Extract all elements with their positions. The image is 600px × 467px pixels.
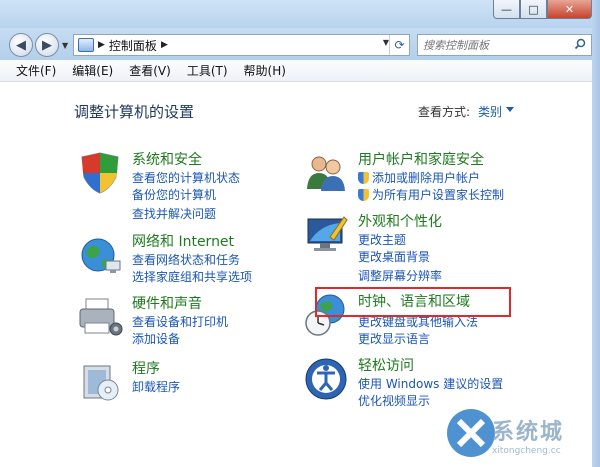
link-add-remove-users-label[interactable]: 添加或删除用户帐户 [372, 171, 480, 185]
page-title: 调整计算机的设置 [74, 103, 195, 121]
search-input[interactable] [423, 38, 573, 52]
network-globe-icon[interactable] [76, 231, 124, 279]
chevron-down-icon[interactable] [506, 107, 514, 112]
menu-help[interactable]: 帮助(H) [236, 62, 294, 79]
users-icon[interactable] [302, 149, 350, 197]
category-title-user-accounts[interactable]: 用户帐户和家庭安全 [358, 149, 484, 169]
window-controls: — □ ✕ [493, 0, 592, 19]
refresh-button[interactable]: ⟳ [389, 35, 409, 55]
maximize-button[interactable]: □ [520, 0, 547, 19]
link-optimize-display[interactable]: 优化视频显示 [358, 392, 430, 409]
forward-button[interactable]: ▶ [35, 33, 59, 57]
uac-shield-icon [358, 189, 369, 201]
view-by-label: 查看方式: [418, 105, 471, 119]
arrow-left-icon: ◀ [16, 37, 26, 53]
link-view-computer-status[interactable]: 查看您的计算机状态 [132, 169, 240, 186]
link-parental-controls[interactable]: 为所有用户设置家长控制 [358, 186, 504, 203]
printer-icon[interactable] [76, 293, 124, 341]
highlight-box [315, 287, 511, 317]
breadcrumb-separator-icon[interactable]: ▶ [98, 40, 105, 50]
window-right-border [592, 0, 600, 467]
recent-pages-dropdown[interactable]: ▼ [62, 41, 68, 50]
link-troubleshoot[interactable]: 查找并解决问题 [132, 205, 216, 222]
title-bar: — □ ✕ [0, 0, 600, 28]
link-uninstall-program[interactable]: 卸载程序 [132, 378, 180, 395]
ease-of-access-icon[interactable] [302, 355, 350, 403]
link-change-theme[interactable]: 更改主题 [358, 231, 406, 248]
display-personalize-icon[interactable] [302, 211, 350, 259]
breadcrumb-separator-icon[interactable]: ▶ [161, 40, 168, 50]
control-panel-icon [78, 38, 94, 52]
link-desktop-background[interactable]: 更改桌面背景 [358, 248, 430, 265]
search-icon[interactable] [574, 38, 586, 50]
link-screen-resolution[interactable]: 调整屏幕分辨率 [358, 267, 442, 284]
link-network-status[interactable]: 查看网络状态和任务 [132, 251, 240, 268]
arrow-right-icon: ▶ [42, 37, 52, 53]
category-title-appearance[interactable]: 外观和个性化 [358, 211, 442, 231]
close-button[interactable]: ✕ [547, 0, 592, 19]
category-title-system-security[interactable]: 系统和安全 [132, 149, 202, 169]
menu-view[interactable]: 查看(V) [121, 62, 179, 79]
view-by-dropdown[interactable]: 类别 [478, 103, 502, 120]
watermark-url: xitongcheng.cc [492, 446, 561, 456]
address-row: ◀ ▶ ▼ ▶ 控制面板 ▶ ▼ ⟳ [0, 28, 600, 60]
category-title-network-internet[interactable]: 网络和 Internet [132, 231, 234, 251]
menu-bar: 文件(F) 编辑(E) 查看(V) 工具(T) 帮助(H) [0, 60, 600, 82]
menu-file[interactable]: 文件(F) [8, 62, 64, 79]
link-backup-computer[interactable]: 备份您的计算机 [132, 186, 216, 203]
menu-edit[interactable]: 编辑(E) [64, 62, 121, 79]
link-recommended-settings[interactable]: 使用 Windows 建议的设置 [358, 375, 503, 392]
watermark-text: 系统城 [492, 420, 565, 445]
category-title-hardware-sound[interactable]: 硬件和声音 [132, 293, 202, 313]
security-shield-icon[interactable] [76, 149, 124, 197]
menu-tools[interactable]: 工具(T) [179, 62, 236, 79]
category-title-ease-of-access[interactable]: 轻松访问 [358, 355, 414, 375]
category-title-programs[interactable]: 程序 [132, 358, 160, 378]
search-box[interactable] [417, 34, 592, 56]
link-change-display-language[interactable]: 更改显示语言 [358, 330, 430, 347]
link-devices-printers[interactable]: 查看设备和打印机 [132, 313, 228, 330]
link-add-device[interactable]: 添加设备 [132, 330, 180, 347]
link-parental-controls-label[interactable]: 为所有用户设置家长控制 [372, 188, 504, 202]
link-add-remove-users[interactable]: 添加或删除用户帐户 [358, 169, 480, 186]
programs-box-icon[interactable] [76, 358, 124, 406]
link-homegroup-sharing[interactable]: 选择家庭组和共享选项 [132, 268, 252, 285]
breadcrumb-control-panel[interactable]: 控制面板 [109, 37, 157, 54]
minimize-button[interactable]: — [493, 0, 520, 19]
address-bar[interactable]: ▶ 控制面板 ▶ ▼ ⟳ [73, 34, 410, 56]
uac-shield-icon [358, 172, 369, 184]
back-button[interactable]: ◀ [9, 33, 33, 57]
